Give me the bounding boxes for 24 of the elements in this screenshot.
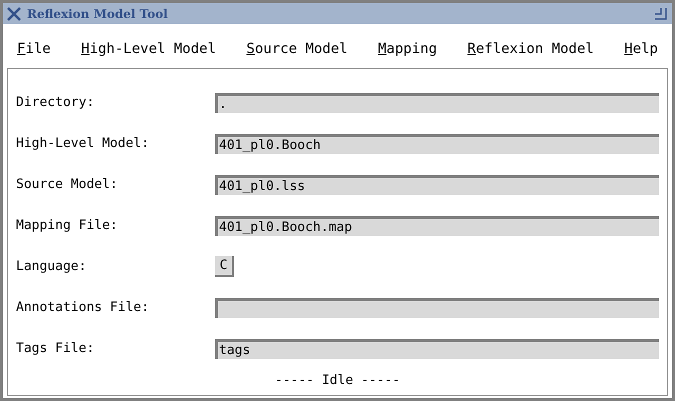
field-label: Language: <box>16 258 88 276</box>
language-button[interactable]: C <box>215 256 234 277</box>
menu-item[interactable]: File <box>17 39 51 60</box>
text-field[interactable]: 401_pl0.Booch <box>215 134 659 154</box>
text-field[interactable]: 401_pl0.lss <box>215 174 659 194</box>
status-text: ----- Idle ----- <box>274 372 400 390</box>
field-label: Directory: <box>16 94 96 112</box>
maximize-icon[interactable] <box>654 6 668 20</box>
field-label: Mapping File: <box>16 216 119 235</box>
field-label: High-Level Model: <box>16 134 150 153</box>
text-field[interactable]: tags <box>215 338 659 358</box>
window-title: Reflexion Model Tool <box>27 6 168 22</box>
menu-item[interactable]: High-Level Model <box>81 39 216 60</box>
text-field[interactable]: . <box>215 92 659 112</box>
menu-item[interactable]: Mapping <box>378 39 437 60</box>
x-logo-icon <box>7 6 21 20</box>
text-field[interactable] <box>215 298 659 318</box>
field-label: Annotations File: <box>16 298 150 317</box>
menu-item[interactable]: Source Model <box>246 39 348 60</box>
field-label: Tags File: <box>16 340 96 358</box>
field-label: Source Model: <box>16 176 119 194</box>
menu-item[interactable]: Help <box>624 39 658 60</box>
text-field[interactable]: 401_pl0.Booch.map <box>215 216 659 236</box>
menu-item[interactable]: Reflexion Model <box>467 39 594 60</box>
